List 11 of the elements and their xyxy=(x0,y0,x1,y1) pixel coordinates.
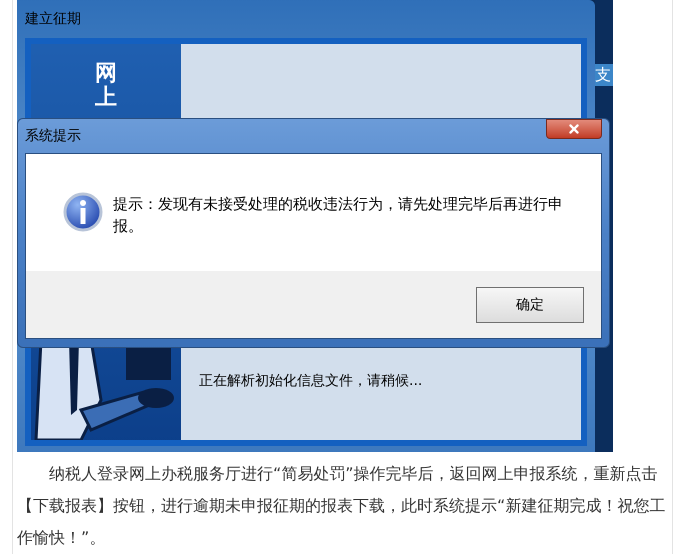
window-title: 建立征期 xyxy=(25,10,81,28)
close-button[interactable] xyxy=(546,119,602,139)
status-text: 正在解析初始化信息文件，请稍候... xyxy=(199,372,424,391)
edge-text: 支 xyxy=(595,64,613,86)
ok-button[interactable]: 确定 xyxy=(476,287,584,323)
dialog-title: 系统提示 xyxy=(25,126,81,146)
message-text: 提示：发现有未接受处理的税收违法行为，请先处理完毕后再进行申报。 xyxy=(113,194,564,237)
article-paragraph: 纳税人登录网上办税服务厅进行“简易处罚”操作完毕后，返回网上申报系统，重新点击【下载报表】按钮，进行逾期未申报征期的报表下载，此时系统提示“新建征期完成！祝您工作愉快！”。 xyxy=(17,463,666,549)
close-icon xyxy=(567,122,581,136)
side-title: 网上 xyxy=(95,62,117,110)
info-icon xyxy=(63,192,103,232)
